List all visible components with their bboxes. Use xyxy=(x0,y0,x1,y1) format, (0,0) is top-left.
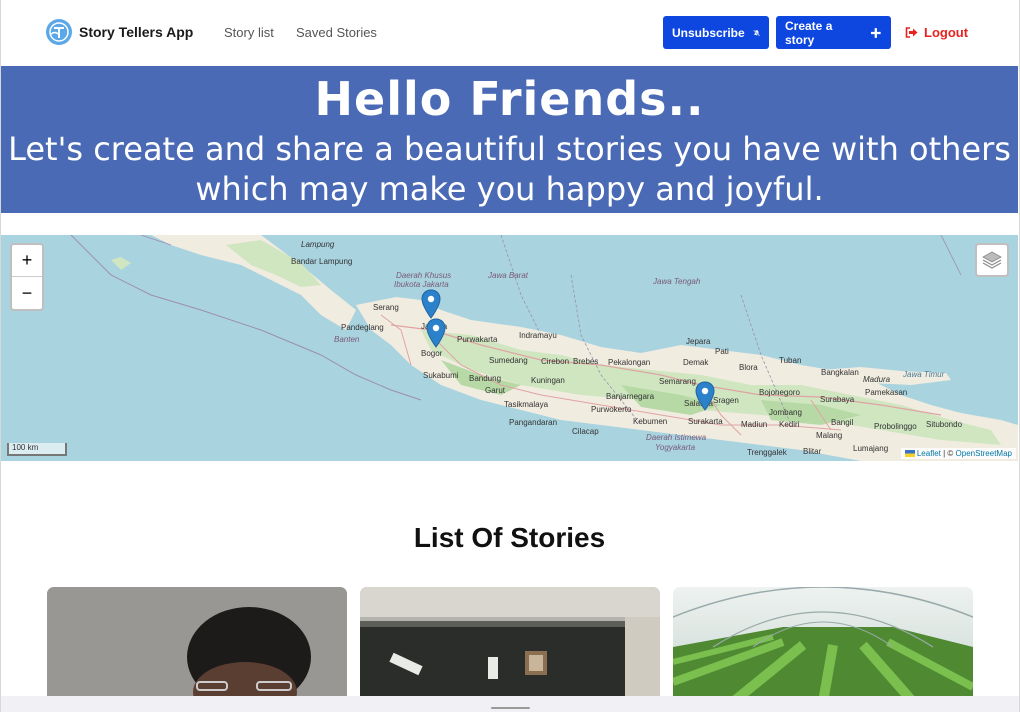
brand-logo-icon xyxy=(46,19,72,45)
unsubscribe-label: Unsubscribe xyxy=(672,25,745,40)
map-label-diy-1: Daerah Istimewa xyxy=(646,433,707,442)
map-label-kebumen: Kebumen xyxy=(633,417,668,426)
map-layers-button[interactable] xyxy=(975,243,1009,277)
map-label-pamekasan: Pamekasan xyxy=(865,388,908,397)
unsubscribe-button[interactable]: Unsubscribe xyxy=(663,16,769,49)
map-label-demak: Demak xyxy=(683,358,709,367)
brand-name: Story Tellers App xyxy=(79,24,194,40)
page: Story Tellers App Story list Saved Stori… xyxy=(0,0,1020,712)
map-label-bogor: Bogor xyxy=(421,349,443,358)
map-label-cilacap: Cilacap xyxy=(572,427,599,436)
brand[interactable]: Story Tellers App xyxy=(45,18,193,46)
hero-title: Hello Friends.. xyxy=(314,72,705,126)
map-marker-icon[interactable] xyxy=(426,318,446,348)
map-label-jawa-barat: Jawa Barat xyxy=(488,271,529,280)
map-label-banjarnegara: Banjarnegara xyxy=(606,392,655,401)
map-label-lampung: Lampung xyxy=(301,240,335,249)
map-label-probolinggo: Probolinggo xyxy=(874,422,917,431)
map-label-kuningan: Kuningan xyxy=(531,376,565,385)
map-marker-icon[interactable] xyxy=(421,289,441,319)
logout-label: Logout xyxy=(924,25,969,40)
story-card-image[interactable] xyxy=(360,587,660,702)
hero-subtitle-line1: Let's create and share a beautiful stori… xyxy=(8,130,1011,168)
map-terrain xyxy=(70,235,1018,461)
ukraine-flag-icon xyxy=(904,450,915,458)
map-label-purwakarta: Purwakarta xyxy=(457,335,498,344)
logout-button[interactable]: Logout xyxy=(905,25,968,40)
map-label-sumedang: Sumedang xyxy=(489,356,528,365)
map-label-brebes: Brebes xyxy=(573,357,599,366)
bottom-bar xyxy=(1,696,1019,712)
logout-icon xyxy=(905,27,918,38)
zoom-out-button[interactable]: − xyxy=(12,277,42,309)
map-label-diy-2: Yogyakarta xyxy=(655,443,696,452)
create-story-button[interactable]: Create a story xyxy=(776,16,891,49)
map-label-serang: Serang xyxy=(373,303,399,312)
map-label-sragen: Sragen xyxy=(713,396,739,405)
map-label-blitar: Blitar xyxy=(803,447,822,456)
map-label-tuban: Tuban xyxy=(779,356,802,365)
map-label-madiun: Madiun xyxy=(741,420,768,429)
story-photo-greenhouse xyxy=(673,587,973,702)
story-map[interactable]: Lampung Bandar Lampung Daerah Khusus Ibu… xyxy=(1,235,1018,461)
map-label-purwokerto: Purwokerto xyxy=(591,405,632,414)
map-label-madura: Madura xyxy=(863,375,891,384)
map-label-trenggalek: Trenggalek xyxy=(747,448,787,457)
map-label-dki-2: Ibukota Jakarta xyxy=(394,280,449,289)
map-label-surakarta: Surakarta xyxy=(688,417,723,426)
attribution-separator: | © xyxy=(940,449,956,458)
navbar: Story Tellers App Story list Saved Stori… xyxy=(1,0,1019,66)
map-label-bandung: Bandung xyxy=(469,374,502,383)
map-label-bangil: Bangil xyxy=(831,418,854,427)
map-zoom-control: + − xyxy=(10,243,44,311)
story-card-image[interactable] xyxy=(47,587,347,702)
map-marker-icon[interactable] xyxy=(695,381,715,411)
map-label-jombang: Jombang xyxy=(769,408,802,417)
map-label-bangkalan: Bangkalan xyxy=(821,368,859,377)
plus-icon xyxy=(871,27,882,38)
map-label-kediri: Kediri xyxy=(779,420,800,429)
hero-subtitle-line2: which may make you happy and joyful. xyxy=(195,170,824,208)
leaflet-link[interactable]: Leaflet xyxy=(917,449,941,458)
map-label-dki-1: Daerah Khusus xyxy=(396,271,452,280)
map-label-jawa-timur: Jawa Timur xyxy=(903,370,945,379)
map-label-pati: Pati xyxy=(715,347,729,356)
hero-banner: Hello Friends.. Let's create and share a… xyxy=(1,66,1018,213)
map-label-tasikmalaya: Tasikmalaya xyxy=(504,400,549,409)
zoom-in-button[interactable]: + xyxy=(12,245,42,277)
map-label-banten: Banten xyxy=(334,335,360,344)
story-photo-office xyxy=(360,587,660,702)
map-label-lumajang: Lumajang xyxy=(853,444,889,453)
map-label-jawa-tengah: Jawa Tengah xyxy=(653,277,701,286)
map-label-situbondo: Situbondo xyxy=(926,420,963,429)
map-label-garut: Garut xyxy=(485,386,506,395)
story-card-image[interactable] xyxy=(673,587,973,702)
story-photo-portrait xyxy=(47,587,347,702)
map-label-surabaya: Surabaya xyxy=(820,395,855,404)
map-label-pangandaran: Pangandaran xyxy=(509,418,558,427)
nav-saved-stories[interactable]: Saved Stories xyxy=(296,25,377,40)
map-label-malang: Malang xyxy=(816,431,843,440)
layers-icon xyxy=(982,251,1002,269)
scroll-handle[interactable] xyxy=(491,707,530,709)
map-label-bandar-lampung: Bandar Lampung xyxy=(291,257,353,266)
map-label-indramayu: Indramayu xyxy=(519,331,557,340)
map-scale: 100 km xyxy=(7,443,67,456)
nav-story-list[interactable]: Story list xyxy=(224,25,274,40)
bell-slash-icon xyxy=(752,29,760,36)
map-label-pandeglang: Pandeglang xyxy=(341,323,384,332)
osm-link[interactable]: OpenStreetMap xyxy=(956,449,1012,458)
create-story-label: Create a story xyxy=(785,18,833,47)
map-label-jepara: Jepara xyxy=(686,337,711,346)
map-attribution: Leaflet | © OpenStreetMap xyxy=(900,448,1016,459)
map-label-blora: Blora xyxy=(739,363,758,372)
map-label-cirebon: Cirebon xyxy=(541,357,570,366)
map-label-pekalongan: Pekalongan xyxy=(608,358,651,367)
stories-section-title: List Of Stories xyxy=(413,522,606,553)
map-label-bojonegoro: Bojonegoro xyxy=(759,388,800,397)
map-label-sukabumi: Sukabumi xyxy=(423,371,459,380)
map-label-semarang: Semarang xyxy=(659,377,696,386)
